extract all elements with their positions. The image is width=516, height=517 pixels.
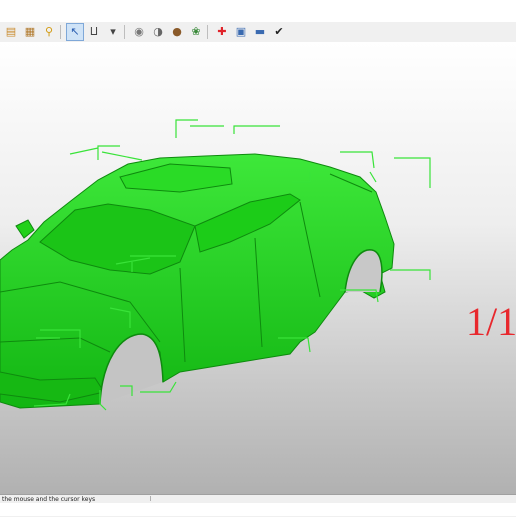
status-hint: the mouse and the cursor keys bbox=[2, 496, 96, 503]
shading-icon[interactable]: ◑ bbox=[150, 24, 166, 40]
sphere-icon[interactable]: ● bbox=[169, 24, 185, 40]
open-file-icon[interactable]: ▦ bbox=[22, 24, 38, 40]
status-lower bbox=[0, 503, 516, 516]
status-bar: the mouse and the cursor keys bbox=[0, 494, 516, 517]
new-file-icon[interactable]: ▤ bbox=[3, 24, 19, 40]
view-dropdown-icon[interactable]: ▾ bbox=[105, 24, 121, 40]
title-area bbox=[0, 0, 516, 22]
material-icon[interactable]: ❀ bbox=[188, 24, 204, 40]
toolbar-separator bbox=[124, 25, 125, 39]
main-toolbar: ▤ ▦ ⚲ ↖ ⨿ ▾ ◉ ◑ ● ❀ ✚ ▣ ▬ ✔ bbox=[0, 22, 516, 43]
3d-viewport[interactable]: 1/1 bbox=[0, 42, 516, 494]
measure-icon[interactable]: ▣ bbox=[233, 24, 249, 40]
scale-label: 1/1 bbox=[466, 299, 516, 344]
select-cursor-icon[interactable]: ↖ bbox=[66, 23, 84, 41]
axes-icon[interactable]: ⨿ bbox=[86, 24, 102, 40]
app-window: { "toolbar": { "buttons": [ {"name": "ne… bbox=[0, 0, 516, 517]
toolbar-separator bbox=[60, 25, 61, 39]
side-mirror bbox=[15, 219, 35, 239]
add-icon[interactable]: ✚ bbox=[214, 24, 230, 40]
status-panels bbox=[150, 496, 516, 501]
toolbar-separator bbox=[207, 25, 208, 39]
render-icon[interactable]: ◉ bbox=[131, 24, 147, 40]
minus-bar-icon[interactable]: ▬ bbox=[252, 24, 268, 40]
zoom-icon[interactable]: ⚲ bbox=[41, 24, 57, 40]
car-model-render[interactable] bbox=[0, 42, 516, 494]
car-body bbox=[0, 153, 395, 409]
check-icon[interactable]: ✔ bbox=[271, 24, 287, 40]
